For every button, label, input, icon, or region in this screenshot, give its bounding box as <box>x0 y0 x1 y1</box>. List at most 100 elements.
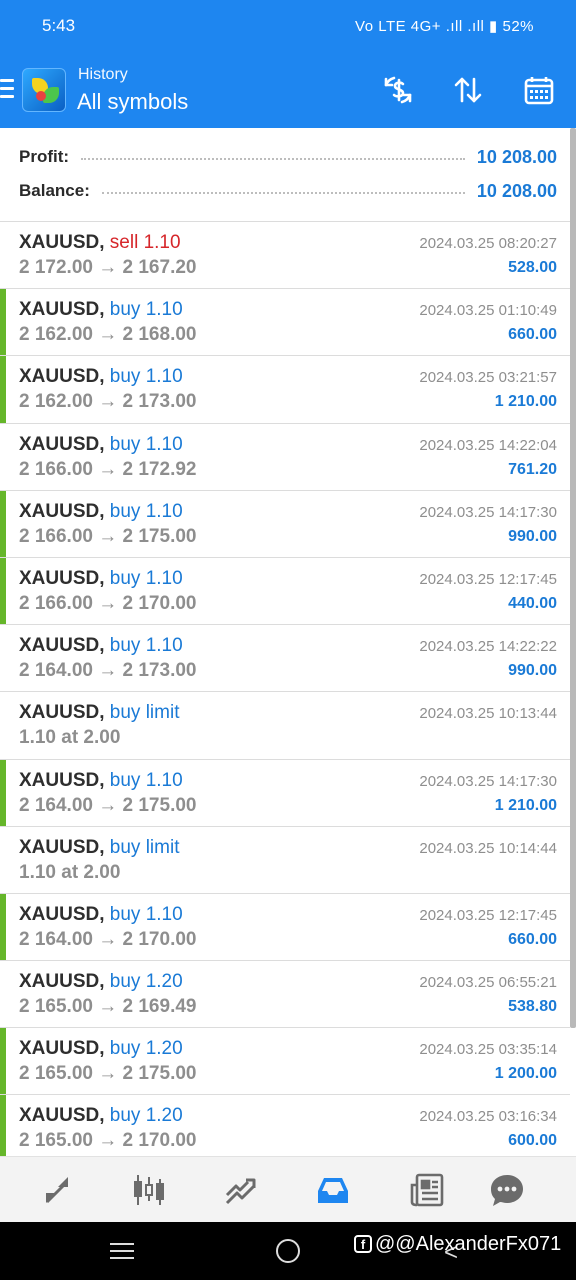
deal-title: XAUUSD, buy 1.10 <box>19 770 183 792</box>
deal-type: buy 1.10 <box>109 903 183 925</box>
deal-row[interactable]: XAUUSD, buy 1.10 2 166.00 → 2 172.92 2024.… <box>0 424 570 491</box>
deal-type: buy 1.10 <box>109 567 183 589</box>
deal-prices: 2 164.00 → 2 170.00 <box>19 928 197 950</box>
deal-accent <box>0 356 6 423</box>
deal-profit: 990.00 <box>508 662 557 680</box>
deal-profit: 1 200.00 <box>494 1065 557 1083</box>
deal-row[interactable]: XAUUSD, buy limit 1.10 at 2.00 2024.03.25 … <box>0 827 570 894</box>
deal-prices: 2 162.00 → 2 173.00 <box>19 391 197 413</box>
deal-title: XAUUSD, buy 1.10 <box>19 501 183 523</box>
deal-time: 2024.03.25 12:17:45 <box>419 570 557 588</box>
status-bar: 5:43 Vo LTE 4G+ .ıll .ıll ▮ 52% <box>0 0 576 52</box>
deal-symbol: XAUUSD, <box>19 903 105 925</box>
deal-type: buy 1.20 <box>109 1105 183 1127</box>
profit-value: 10 208.00 <box>476 146 557 167</box>
deal-prices: 2 164.00 → 2 173.00 <box>19 660 197 682</box>
menu-icon[interactable] <box>0 79 14 99</box>
app-logo <box>22 68 66 112</box>
deal-accent <box>0 1028 6 1095</box>
symbol-filter[interactable]: All symbols <box>77 89 188 115</box>
dollar-exchange-icon[interactable] <box>378 70 418 110</box>
deal-symbol: XAUUSD, <box>19 366 105 388</box>
deal-title: XAUUSD, buy 1.10 <box>19 568 183 590</box>
deal-symbol: XAUUSD, <box>19 971 105 993</box>
deal-prices: 2 162.00 → 2 168.00 <box>19 324 197 346</box>
chart-icon[interactable] <box>126 1169 172 1211</box>
deal-row[interactable]: XAUUSD, buy 1.20 2 165.00 → 2 169.49 2024.… <box>0 961 570 1029</box>
bottom-nav <box>0 1156 576 1222</box>
deal-row[interactable]: XAUUSD, buy 1.10 2 166.00 → 2 170.00 2024.… <box>0 557 570 626</box>
deal-row[interactable]: XAUUSD, buy 1.10 2 164.00 → 2 173.00 2024.… <box>0 625 570 693</box>
deal-time: 2024.03.25 14:22:22 <box>419 638 557 656</box>
deal-type: buy 1.10 <box>109 769 183 791</box>
deal-symbol: XAUUSD, <box>19 1105 105 1127</box>
deal-symbol: XAUUSD, <box>19 433 105 455</box>
status-time: 5:43 <box>42 16 76 35</box>
deal-row[interactable]: XAUUSD, sell 1.10 2 172.00 → 2 167.20 2024… <box>0 222 570 290</box>
trade-icon[interactable] <box>218 1169 264 1211</box>
deal-row[interactable]: XAUUSD, buy 1.10 2 164.00 → 2 175.00 2024.… <box>0 759 570 827</box>
deal-title: XAUUSD, buy 1.10 <box>19 635 183 657</box>
deal-profit: 538.80 <box>508 998 557 1016</box>
deal-time: 2024.03.25 14:17:30 <box>419 772 557 790</box>
deal-accent <box>0 1095 6 1162</box>
deal-time: 2024.03.25 12:17:45 <box>419 906 557 924</box>
chat-icon[interactable] <box>484 1169 530 1211</box>
system-nav-bar: < f @@AlexanderFx071 <box>0 1222 576 1280</box>
deal-time: 2024.03.25 10:13:44 <box>419 705 557 723</box>
account-summary: Profit: 10 208.00 Balance: 10 208.00 <box>0 128 570 222</box>
deal-type: buy 1.10 <box>109 500 183 522</box>
deal-type: buy 1.20 <box>109 971 183 993</box>
deal-accent <box>0 557 6 625</box>
deal-symbol: XAUUSD, <box>19 232 105 253</box>
deal-symbol: XAUUSD, <box>19 635 105 657</box>
deal-symbol: XAUUSD, <box>19 702 105 724</box>
deal-prices: 2 165.00 → 2 170.00 <box>19 1130 197 1152</box>
deal-row[interactable]: XAUUSD, buy 1.10 2 162.00 → 2 168.00 2024.… <box>0 289 570 357</box>
watermark-text: @@AlexanderFx071 <box>375 1233 562 1255</box>
deal-profit: 761.20 <box>508 460 557 478</box>
deal-type: sell 1.10 <box>109 232 181 253</box>
deal-list: XAUUSD, sell 1.10 2 172.00 → 2 167.20 2024… <box>0 222 570 1163</box>
deal-row[interactable]: XAUUSD, buy 1.20 2 165.00 → 2 175.00 2024.… <box>0 1028 570 1096</box>
deal-profit: 660.00 <box>508 326 557 344</box>
scrollbar[interactable] <box>570 128 576 1028</box>
deal-type: buy 1.10 <box>109 635 183 657</box>
deal-profit: 600.00 <box>508 1132 557 1150</box>
deal-row[interactable]: XAUUSD, buy limit 1.10 at 2.00 2024.03.25 … <box>0 692 570 760</box>
deal-row[interactable]: XAUUSD, buy 1.20 2 165.00 → 2 170.00 2024.… <box>0 1095 570 1163</box>
deal-profit: 440.00 <box>508 594 557 612</box>
deal-time: 2024.03.25 01:10:49 <box>419 302 557 320</box>
deal-profit: 660.00 <box>508 930 557 948</box>
dotted-leader <box>101 192 465 194</box>
deal-symbol: XAUUSD, <box>19 836 105 858</box>
news-icon[interactable] <box>404 1169 450 1211</box>
deal-profit: 1 210.00 <box>494 796 557 814</box>
deal-prices: 1.10 at 2.00 <box>19 861 121 883</box>
calendar-icon[interactable] <box>519 70 559 110</box>
deal-row[interactable]: XAUUSD, buy 1.10 2 162.00 → 2 173.00 2024.… <box>0 356 570 424</box>
deal-prices: 2 165.00 → 2 175.00 <box>19 1063 197 1085</box>
recents-button[interactable] <box>110 1243 134 1259</box>
history-icon[interactable] <box>310 1169 356 1211</box>
deal-type: buy limit <box>109 702 180 724</box>
page-title: History <box>78 66 128 83</box>
deal-row[interactable]: XAUUSD, buy 1.10 2 166.00 → 2 175.00 2024.… <box>0 490 570 558</box>
watermark: f @@AlexanderFx071 <box>354 1233 561 1256</box>
deal-title: XAUUSD, buy 1.20 <box>19 1105 183 1127</box>
dotted-leader <box>81 158 465 160</box>
deal-accent <box>0 490 6 557</box>
deal-accent <box>0 759 6 826</box>
quotes-icon[interactable] <box>34 1169 80 1211</box>
deal-title: XAUUSD, buy 1.20 <box>19 971 183 993</box>
deal-row[interactable]: XAUUSD, buy 1.10 2 164.00 → 2 170.00 2024.… <box>0 893 570 962</box>
home-button[interactable] <box>276 1239 300 1263</box>
deal-title: XAUUSD, buy limit <box>19 837 179 859</box>
deal-title: XAUUSD, buy 1.10 <box>19 299 183 321</box>
sort-icon[interactable] <box>448 70 488 110</box>
deal-type: buy 1.20 <box>109 1038 183 1060</box>
deal-prices: 2 166.00 → 2 175.00 <box>19 525 197 547</box>
deal-type: buy 1.10 <box>109 299 183 321</box>
deal-time: 2024.03.25 03:21:57 <box>419 369 557 387</box>
deal-title: XAUUSD, buy 1.10 <box>19 904 183 926</box>
